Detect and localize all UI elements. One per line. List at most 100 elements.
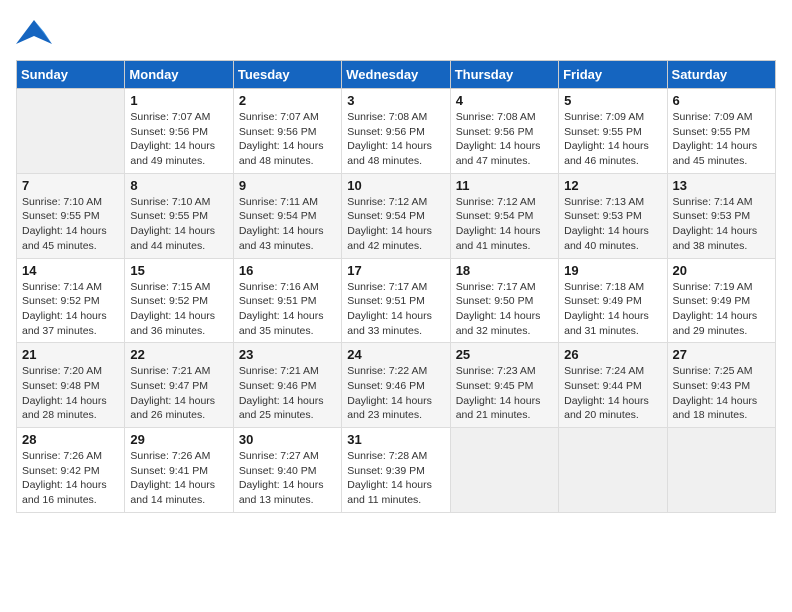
- day-number: 13: [673, 178, 770, 193]
- day-info: Sunrise: 7:08 AM Sunset: 9:56 PM Dayligh…: [456, 110, 553, 169]
- day-number: 26: [564, 347, 661, 362]
- day-info: Sunrise: 7:10 AM Sunset: 9:55 PM Dayligh…: [22, 195, 119, 254]
- calendar-cell: 5 Sunrise: 7:09 AM Sunset: 9:55 PM Daylig…: [559, 89, 667, 174]
- calendar-cell: [559, 428, 667, 513]
- weekday-header-sunday: Sunday: [17, 61, 125, 89]
- calendar-cell: 1 Sunrise: 7:07 AM Sunset: 9:56 PM Daylig…: [125, 89, 233, 174]
- day-number: 8: [130, 178, 227, 193]
- calendar-cell: 13 Sunrise: 7:14 AM Sunset: 9:53 PM Dayli…: [667, 173, 775, 258]
- day-info: Sunrise: 7:10 AM Sunset: 9:55 PM Dayligh…: [130, 195, 227, 254]
- day-number: 25: [456, 347, 553, 362]
- day-info: Sunrise: 7:27 AM Sunset: 9:40 PM Dayligh…: [239, 449, 336, 508]
- calendar-cell: 18Sunrise: 7:17 AM Sunset: 9:50 PM Dayli…: [450, 258, 558, 343]
- day-number: 23: [239, 347, 336, 362]
- calendar-cell: 24Sunrise: 7:22 AM Sunset: 9:46 PM Dayli…: [342, 343, 450, 428]
- logo-bird-icon: [16, 16, 52, 52]
- calendar-cell: 20 Sunrise: 7:19 AM Sunset: 9:49 PM Dayli…: [667, 258, 775, 343]
- weekday-header-tuesday: Tuesday: [233, 61, 341, 89]
- weekday-header-saturday: Saturday: [667, 61, 775, 89]
- day-number: 17: [347, 263, 444, 278]
- calendar-cell: 26 Sunrise: 7:24 AM Sunset: 9:44 PM Dayli…: [559, 343, 667, 428]
- calendar-cell: 30 Sunrise: 7:27 AM Sunset: 9:40 PM Dayli…: [233, 428, 341, 513]
- day-number: 2: [239, 93, 336, 108]
- calendar-cell: 25Sunrise: 7:23 AM Sunset: 9:45 PM Dayli…: [450, 343, 558, 428]
- calendar-cell: [450, 428, 558, 513]
- day-info: Sunrise: 7:22 AM Sunset: 9:46 PM Dayligh…: [347, 364, 444, 423]
- day-info: Sunrise: 7:24 AM Sunset: 9:44 PM Dayligh…: [564, 364, 661, 423]
- day-info: Sunrise: 7:18 AM Sunset: 9:49 PM Dayligh…: [564, 280, 661, 339]
- day-number: 14: [22, 263, 119, 278]
- day-number: 27: [673, 347, 770, 362]
- calendar-header-row: SundayMondayTuesdayWednesdayThursdayFrid…: [17, 61, 776, 89]
- calendar-cell: 7Sunrise: 7:10 AM Sunset: 9:55 PM Daylig…: [17, 173, 125, 258]
- day-number: 21: [22, 347, 119, 362]
- calendar-cell: 27 Sunrise: 7:25 AM Sunset: 9:43 PM Dayli…: [667, 343, 775, 428]
- calendar-cell: 31 Sunrise: 7:28 AM Sunset: 9:39 PM Dayli…: [342, 428, 450, 513]
- day-number: 11: [456, 178, 553, 193]
- day-info: Sunrise: 7:28 AM Sunset: 9:39 PM Dayligh…: [347, 449, 444, 508]
- day-info: Sunrise: 7:09 AM Sunset: 9:55 PM Dayligh…: [673, 110, 770, 169]
- calendar-cell: [17, 89, 125, 174]
- day-info: Sunrise: 7:25 AM Sunset: 9:43 PM Dayligh…: [673, 364, 770, 423]
- calendar-cell: 29 Sunrise: 7:26 AM Sunset: 9:41 PM Dayli…: [125, 428, 233, 513]
- day-info: Sunrise: 7:11 AM Sunset: 9:54 PM Dayligh…: [239, 195, 336, 254]
- day-number: 31: [347, 432, 444, 447]
- calendar-cell: 11 Sunrise: 7:12 AM Sunset: 9:54 PM Dayli…: [450, 173, 558, 258]
- calendar-cell: 6 Sunrise: 7:09 AM Sunset: 9:55 PM Daylig…: [667, 89, 775, 174]
- calendar-week-5: 28Sunrise: 7:26 AM Sunset: 9:42 PM Dayli…: [17, 428, 776, 513]
- calendar-cell: 28Sunrise: 7:26 AM Sunset: 9:42 PM Dayli…: [17, 428, 125, 513]
- day-info: Sunrise: 7:15 AM Sunset: 9:52 PM Dayligh…: [130, 280, 227, 339]
- weekday-header-wednesday: Wednesday: [342, 61, 450, 89]
- calendar-cell: 9 Sunrise: 7:11 AM Sunset: 9:54 PM Daylig…: [233, 173, 341, 258]
- page-header: [16, 16, 776, 52]
- day-number: 5: [564, 93, 661, 108]
- day-info: Sunrise: 7:21 AM Sunset: 9:46 PM Dayligh…: [239, 364, 336, 423]
- calendar-cell: 15 Sunrise: 7:15 AM Sunset: 9:52 PM Dayli…: [125, 258, 233, 343]
- day-number: 28: [22, 432, 119, 447]
- day-number: 19: [564, 263, 661, 278]
- calendar-cell: 8 Sunrise: 7:10 AM Sunset: 9:55 PM Daylig…: [125, 173, 233, 258]
- calendar-cell: 14 Sunrise: 7:14 AM Sunset: 9:52 PM Dayli…: [17, 258, 125, 343]
- day-info: Sunrise: 7:17 AM Sunset: 9:51 PM Dayligh…: [347, 280, 444, 339]
- calendar-cell: 2 Sunrise: 7:07 AM Sunset: 9:56 PM Daylig…: [233, 89, 341, 174]
- calendar-week-2: 7Sunrise: 7:10 AM Sunset: 9:55 PM Daylig…: [17, 173, 776, 258]
- day-info: Sunrise: 7:21 AM Sunset: 9:47 PM Dayligh…: [130, 364, 227, 423]
- day-info: Sunrise: 7:09 AM Sunset: 9:55 PM Dayligh…: [564, 110, 661, 169]
- day-number: 29: [130, 432, 227, 447]
- calendar-cell: 23 Sunrise: 7:21 AM Sunset: 9:46 PM Dayli…: [233, 343, 341, 428]
- calendar-week-1: 1 Sunrise: 7:07 AM Sunset: 9:56 PM Daylig…: [17, 89, 776, 174]
- weekday-header-thursday: Thursday: [450, 61, 558, 89]
- day-number: 6: [673, 93, 770, 108]
- calendar-cell: 21Sunrise: 7:20 AM Sunset: 9:48 PM Dayli…: [17, 343, 125, 428]
- calendar-table: SundayMondayTuesdayWednesdayThursdayFrid…: [16, 60, 776, 513]
- calendar-cell: [667, 428, 775, 513]
- day-info: Sunrise: 7:19 AM Sunset: 9:49 PM Dayligh…: [673, 280, 770, 339]
- calendar-cell: 16 Sunrise: 7:16 AM Sunset: 9:51 PM Dayli…: [233, 258, 341, 343]
- calendar-week-3: 14 Sunrise: 7:14 AM Sunset: 9:52 PM Dayli…: [17, 258, 776, 343]
- day-info: Sunrise: 7:14 AM Sunset: 9:52 PM Dayligh…: [22, 280, 119, 339]
- day-number: 18: [456, 263, 553, 278]
- day-info: Sunrise: 7:08 AM Sunset: 9:56 PM Dayligh…: [347, 110, 444, 169]
- day-number: 12: [564, 178, 661, 193]
- day-info: Sunrise: 7:07 AM Sunset: 9:56 PM Dayligh…: [130, 110, 227, 169]
- day-number: 9: [239, 178, 336, 193]
- day-info: Sunrise: 7:16 AM Sunset: 9:51 PM Dayligh…: [239, 280, 336, 339]
- calendar-cell: 10Sunrise: 7:12 AM Sunset: 9:54 PM Dayli…: [342, 173, 450, 258]
- day-number: 15: [130, 263, 227, 278]
- calendar-cell: 19 Sunrise: 7:18 AM Sunset: 9:49 PM Dayli…: [559, 258, 667, 343]
- logo: [16, 16, 52, 52]
- day-number: 30: [239, 432, 336, 447]
- day-info: Sunrise: 7:14 AM Sunset: 9:53 PM Dayligh…: [673, 195, 770, 254]
- day-number: 3: [347, 93, 444, 108]
- day-number: 1: [130, 93, 227, 108]
- day-info: Sunrise: 7:12 AM Sunset: 9:54 PM Dayligh…: [456, 195, 553, 254]
- day-info: Sunrise: 7:26 AM Sunset: 9:41 PM Dayligh…: [130, 449, 227, 508]
- day-number: 16: [239, 263, 336, 278]
- calendar-cell: 17 Sunrise: 7:17 AM Sunset: 9:51 PM Dayli…: [342, 258, 450, 343]
- day-info: Sunrise: 7:13 AM Sunset: 9:53 PM Dayligh…: [564, 195, 661, 254]
- day-number: 20: [673, 263, 770, 278]
- calendar-cell: 12 Sunrise: 7:13 AM Sunset: 9:53 PM Dayli…: [559, 173, 667, 258]
- weekday-header-monday: Monday: [125, 61, 233, 89]
- day-info: Sunrise: 7:07 AM Sunset: 9:56 PM Dayligh…: [239, 110, 336, 169]
- calendar-cell: 3 Sunrise: 7:08 AM Sunset: 9:56 PM Daylig…: [342, 89, 450, 174]
